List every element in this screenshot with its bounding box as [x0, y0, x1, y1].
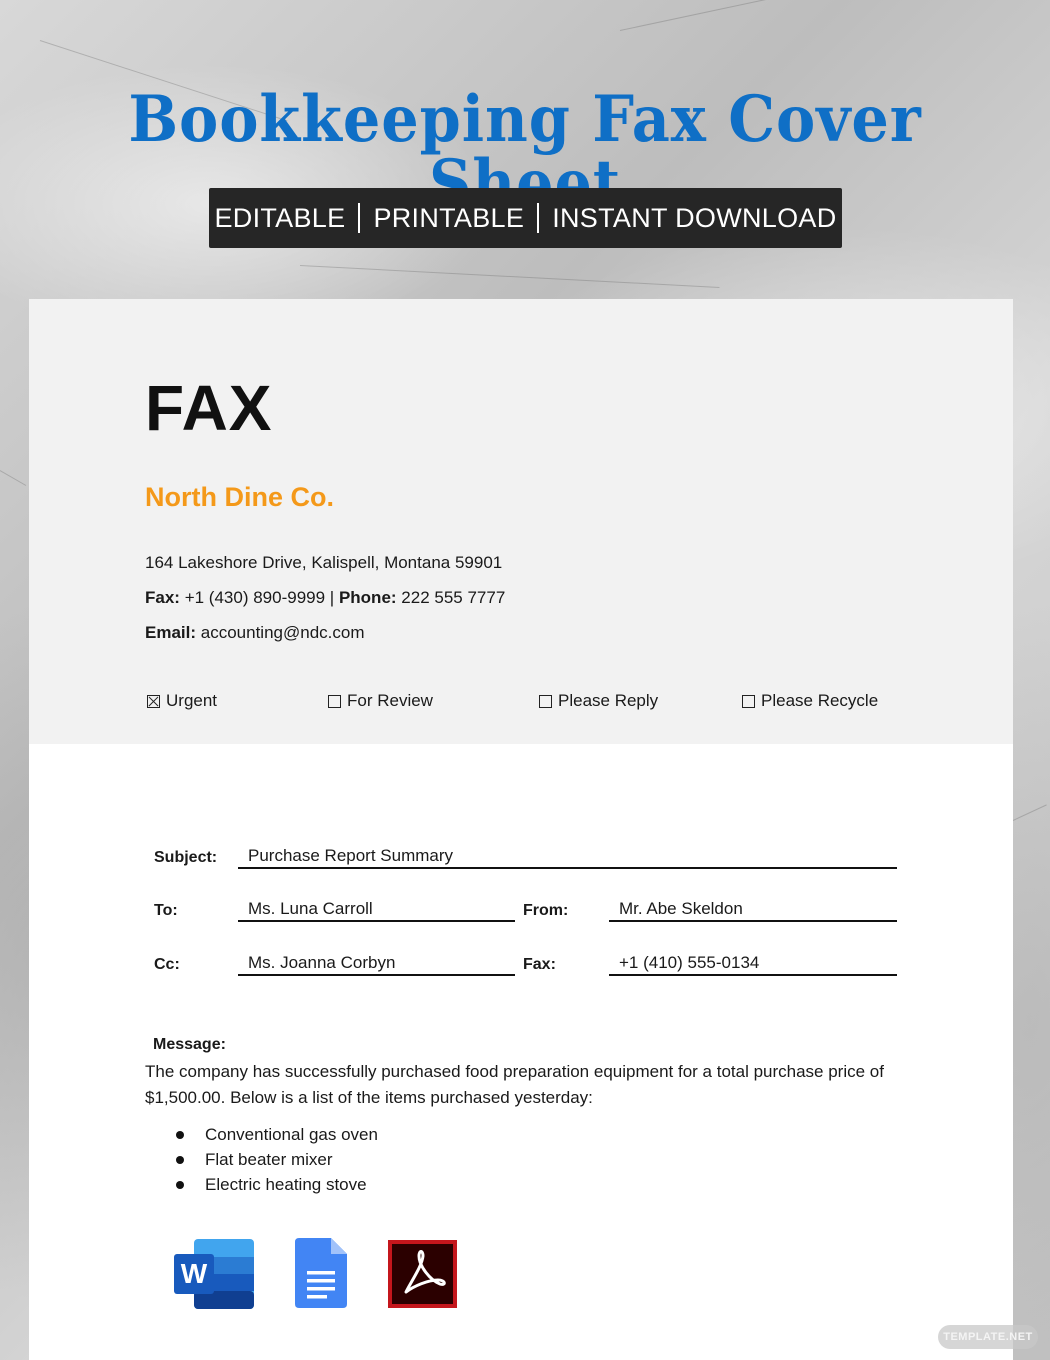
checkbox-for-review[interactable]: For Review — [328, 691, 433, 711]
recipient-fax-field[interactable]: +1 (410) 555-0134 — [609, 952, 897, 976]
checkbox-please-recycle[interactable]: Please Recycle — [742, 691, 878, 711]
marble-vein — [0, 470, 27, 486]
checkbox-label: Please Recycle — [761, 691, 879, 710]
list-item: Flat beater mixer — [145, 1147, 378, 1172]
checkbox-urgent[interactable]: Urgent — [147, 691, 217, 711]
bullet-icon — [176, 1180, 184, 1189]
bullet-icon — [176, 1130, 184, 1139]
google-docs-icon[interactable] — [295, 1238, 347, 1308]
bullet-icon — [176, 1155, 184, 1164]
recipient-fax-label: Fax: — [523, 956, 556, 973]
marble-vein — [619, 0, 914, 31]
svg-text:W: W — [181, 1258, 208, 1289]
marble-vein — [1012, 804, 1047, 821]
company-name: North Dine Co. — [145, 482, 334, 512]
tagline-instant-download: INSTANT DOWNLOAD — [552, 202, 837, 233]
to-label: To: — [154, 902, 178, 919]
marble-vein — [299, 265, 720, 288]
empty-box-icon — [539, 694, 552, 708]
email-label: Email: — [145, 623, 197, 642]
item-text: Conventional gas oven — [205, 1124, 378, 1144]
checkbox-label: Please Reply — [558, 691, 659, 710]
to-field[interactable]: Ms. Luna Carroll — [238, 898, 515, 922]
word-icon[interactable]: W — [174, 1239, 254, 1309]
tagline-separator — [537, 203, 540, 233]
list-item: Conventional gas oven — [145, 1122, 378, 1147]
tagline-printable: PRINTABLE — [373, 202, 525, 233]
phone-value: 222 555 7777 — [401, 588, 506, 607]
cc-field[interactable]: Ms. Joanna Corbyn — [238, 952, 515, 976]
checkbox-label: For Review — [347, 691, 433, 710]
subject-label: Subject: — [154, 849, 218, 866]
item-text: Electric heating stove — [205, 1174, 367, 1194]
subject-field[interactable]: Purchase Report Summary — [238, 845, 897, 869]
list-item: Electric heating stove — [145, 1172, 378, 1197]
checkbox-please-reply[interactable]: Please Reply — [539, 691, 658, 711]
company-address: 164 Lakeshore Drive, Kalispell, Montana … — [145, 553, 503, 572]
from-label: From: — [523, 902, 569, 919]
message-label: Message: — [153, 1036, 226, 1053]
empty-box-icon — [742, 694, 755, 708]
company-email: Email: accounting@ndc.com — [145, 623, 365, 643]
fax-label: Fax: — [145, 588, 180, 607]
tagline-editable: EDITABLE — [214, 202, 346, 233]
checked-box-icon — [147, 694, 160, 708]
cc-label: Cc: — [154, 956, 180, 973]
fax-heading: FAX — [145, 372, 273, 444]
company-contact: Fax: +1 (430) 890-9999 | Phone: 222 555 … — [145, 588, 505, 608]
purchased-items-list: Conventional gas oven Flat beater mixer … — [145, 1122, 378, 1197]
empty-box-icon — [328, 694, 341, 708]
email-value: accounting@ndc.com — [200, 623, 365, 642]
phone-label: Phone: — [338, 588, 397, 607]
sheet-header: FAX North Dine Co. 164 Lakeshore Drive, … — [29, 299, 1013, 744]
adobe-acrobat-icon[interactable] — [388, 1240, 457, 1308]
tagline-bar: EDITABLE PRINTABLE INSTANT DOWNLOAD — [209, 188, 842, 248]
item-text: Flat beater mixer — [205, 1149, 333, 1169]
template-net-watermark: TEMPLATE.NET — [938, 1325, 1038, 1349]
contact-separator: | — [329, 588, 335, 607]
tagline-separator — [358, 203, 361, 233]
fax-value: +1 (430) 890-9999 — [184, 588, 326, 607]
from-field[interactable]: Mr. Abe Skeldon — [609, 898, 897, 922]
fax-cover-sheet: FAX North Dine Co. 164 Lakeshore Drive, … — [29, 299, 1013, 1360]
message-body: The company has successfully purchased f… — [145, 1062, 884, 1107]
checkbox-label: Urgent — [166, 691, 218, 710]
